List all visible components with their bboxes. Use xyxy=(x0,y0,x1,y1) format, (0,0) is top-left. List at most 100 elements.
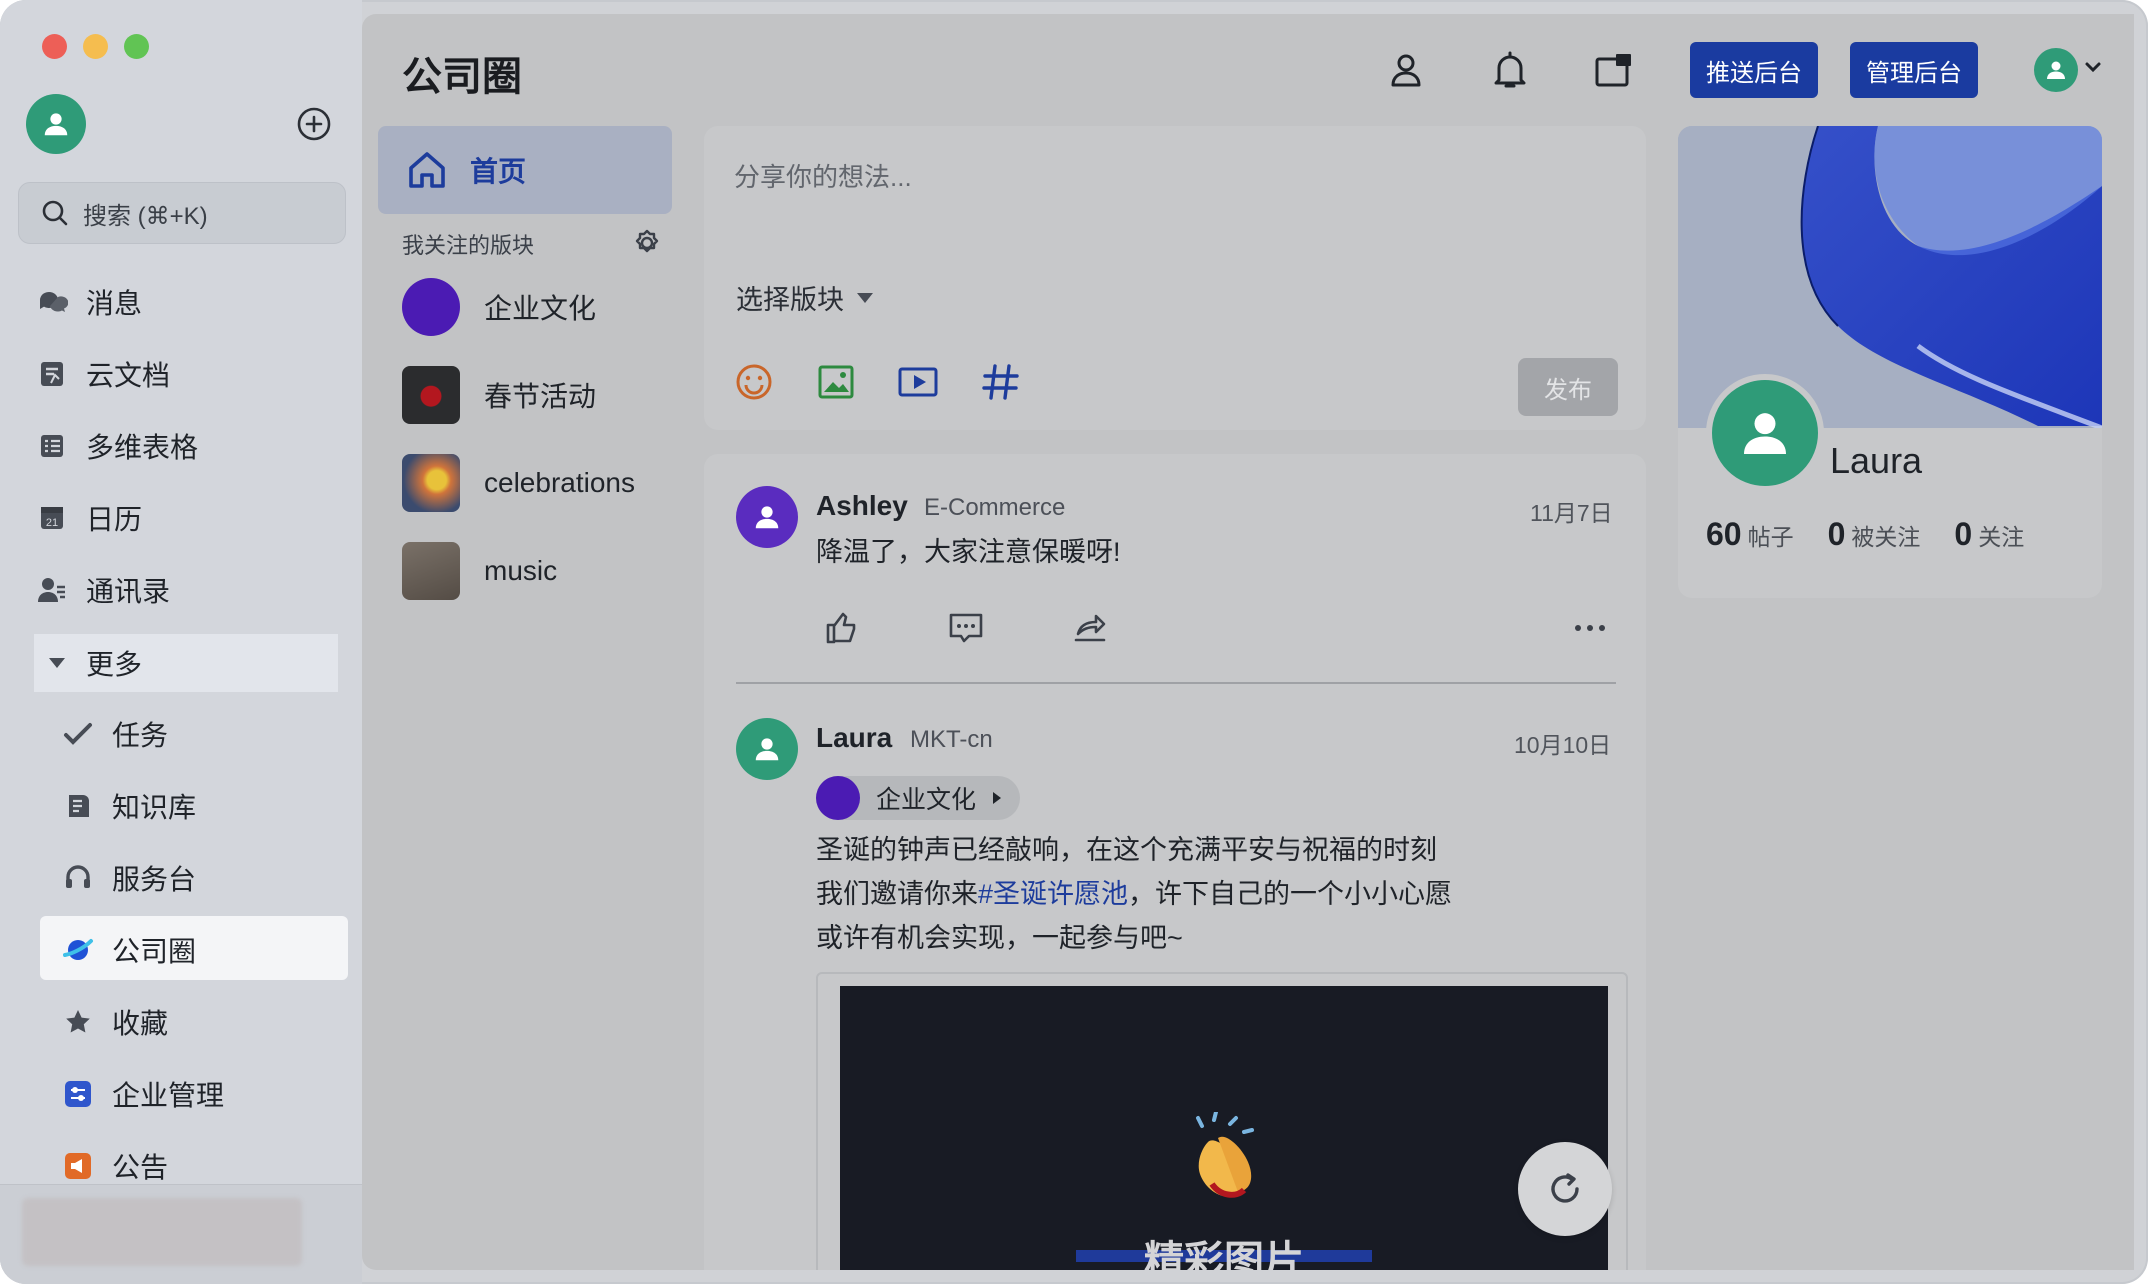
gear-icon[interactable] xyxy=(632,228,662,258)
sidebar-item-favorites[interactable]: 收藏 xyxy=(62,992,168,1052)
chevron-down-icon[interactable] xyxy=(2084,60,2102,74)
chat-bubbles-icon xyxy=(36,286,68,318)
video-button[interactable] xyxy=(898,362,938,402)
sidebar-item-label: 多维表格 xyxy=(86,432,199,463)
task-check-icon xyxy=(62,718,94,750)
comment-button[interactable] xyxy=(946,608,986,648)
sidebar-item-label: 云文档 xyxy=(86,360,171,391)
close-window-button[interactable] xyxy=(42,34,67,59)
minimize-window-button[interactable] xyxy=(83,34,108,59)
post-author-avatar[interactable] xyxy=(736,718,798,780)
media-title: 精彩图片 xyxy=(1144,1239,1304,1270)
post-media-card[interactable]: 精彩图片 xyxy=(816,972,1628,1270)
board-select-dropdown[interactable]: 选择版块 xyxy=(736,278,874,317)
zoom-window-button[interactable] xyxy=(124,34,149,59)
sidebar-item-calendar[interactable]: 21 日历 xyxy=(36,488,142,548)
search-box[interactable]: 搜索 (⌘+K) xyxy=(18,182,346,244)
post-author-dept: E-Commerce xyxy=(924,494,1066,521)
post-author-name[interactable]: Laura xyxy=(816,722,892,754)
caret-down-icon xyxy=(857,292,873,303)
board-item-spring-festival[interactable]: 春节活动 xyxy=(402,366,596,424)
sidebar-item-base[interactable]: 多维表格 xyxy=(36,416,198,476)
composer-input[interactable] xyxy=(734,162,1334,193)
app-window: 搜索 (⌘+K) 消息 云文档 多维表格 21 日历 通讯录 更多 任务 知识库… xyxy=(0,0,2148,1284)
sidebar-item-contacts[interactable]: 通讯录 xyxy=(36,560,170,620)
manage-admin-button[interactable]: 管理后台 xyxy=(1850,42,1978,98)
post-content: 圣诞的钟声已经敲响，在这个充满平安与祝福的时刻 我们邀请你来#圣诞许愿池，许下自… xyxy=(816,828,1452,960)
refresh-button[interactable] xyxy=(1518,1142,1612,1236)
publish-button[interactable]: 发布 xyxy=(1518,358,1618,416)
stat-value: 0 xyxy=(1827,516,1846,552)
board-item-label: 企业文化 xyxy=(484,293,597,324)
post-line: 我们邀请你来#圣诞许愿池，许下自己的一个小小心愿 xyxy=(816,872,1452,916)
sidebar-item-messages[interactable]: 消息 xyxy=(36,272,142,332)
page-title: 公司圈 xyxy=(402,55,522,99)
post-line-text: ，许下自己的一个小小心愿 xyxy=(1128,879,1453,909)
caret-right-icon xyxy=(993,792,1002,804)
video-icon xyxy=(898,367,938,397)
image-button[interactable] xyxy=(816,362,856,402)
board-home-label: 首页 xyxy=(470,156,527,187)
profile-stats: 60 帖子 0 被关注 0 关注 xyxy=(1706,516,2024,553)
new-window-button[interactable] xyxy=(1592,48,1636,92)
stat-label: 帖子 xyxy=(1747,524,1794,550)
profile-avatar[interactable] xyxy=(1706,374,1824,492)
profile-name[interactable]: Laura xyxy=(1830,440,1922,482)
hashtag-button[interactable] xyxy=(980,362,1020,402)
board-thumbnail xyxy=(402,542,460,600)
sidebar-item-tasks[interactable]: 任务 xyxy=(62,704,168,764)
plus-circle-icon[interactable] xyxy=(296,106,332,142)
post-board-tag[interactable]: 企业文化 xyxy=(816,776,1021,820)
calendar-icon: 21 xyxy=(36,502,68,534)
stat-posts[interactable]: 60 帖子 xyxy=(1706,516,1794,553)
board-home-item[interactable]: 首页 xyxy=(378,126,672,214)
post-author-avatar[interactable] xyxy=(736,486,798,548)
sidebar-item-wiki[interactable]: 知识库 xyxy=(62,776,196,836)
sidebar-more-toggle[interactable]: 更多 xyxy=(34,634,338,692)
header-user-avatar[interactable] xyxy=(2034,48,2078,92)
emoji-icon xyxy=(736,364,772,400)
hashtag-link[interactable]: #圣诞许愿池 xyxy=(978,879,1128,909)
post-video-preview[interactable]: 精彩图片 xyxy=(840,986,1608,1270)
image-icon xyxy=(818,365,854,399)
stat-followers[interactable]: 0 被关注 xyxy=(1828,516,1921,553)
sidebar-item-docs[interactable]: 云文档 xyxy=(36,344,170,404)
board-item-music[interactable]: music xyxy=(402,542,557,600)
sidebar-item-admin[interactable]: 企业管理 xyxy=(62,1064,224,1124)
board-select-label: 选择版块 xyxy=(736,285,844,315)
push-admin-button[interactable]: 推送后台 xyxy=(1690,42,1818,98)
notifications-button[interactable] xyxy=(1488,48,1532,92)
person-outline-icon xyxy=(1391,54,1421,87)
sidebar-item-label: 消息 xyxy=(86,288,143,319)
contacts-icon xyxy=(36,574,68,606)
post-divider xyxy=(736,682,1616,684)
post-line: 圣诞的钟声已经敲响，在这个充满平安与祝福的时刻 xyxy=(816,835,1437,865)
person-icon xyxy=(2047,61,2065,79)
ellipsis-icon xyxy=(1575,625,1605,631)
blurred-footer-content xyxy=(22,1198,302,1266)
bell-icon xyxy=(1494,51,1526,88)
emoji-button[interactable] xyxy=(734,362,774,402)
sidebar-item-moments[interactable]: 公司圈 xyxy=(62,920,196,980)
person-icon xyxy=(755,506,779,529)
stat-following[interactable]: 0 关注 xyxy=(1954,516,2024,553)
sidebar-item-helpdesk[interactable]: 服务台 xyxy=(62,848,196,908)
clapping-hands-icon xyxy=(1196,1112,1254,1198)
sidebar-item-label: 知识库 xyxy=(112,792,197,823)
board-item-culture[interactable]: 企业文化 xyxy=(402,278,596,336)
share-button[interactable] xyxy=(1070,608,1110,648)
search-icon xyxy=(42,200,68,226)
post-feed: Ashley E-Commerce 11月7日 降温了，大家注意保暖呀! Lau… xyxy=(704,454,1646,1270)
like-button[interactable] xyxy=(822,608,862,648)
board-item-celebrations[interactable]: celebrations xyxy=(402,454,635,512)
home-icon xyxy=(409,152,445,188)
more-options-button[interactable] xyxy=(1570,608,1610,648)
post-author-name[interactable]: Ashley xyxy=(816,490,908,522)
user-avatar[interactable] xyxy=(26,94,86,154)
admin-sliders-icon xyxy=(62,1078,94,1110)
composer-toolbar xyxy=(734,362,1020,402)
board-thumbnail xyxy=(402,278,460,336)
svg-text:21: 21 xyxy=(46,517,58,529)
board-thumbnail xyxy=(816,776,860,820)
profile-button[interactable] xyxy=(1384,48,1428,92)
